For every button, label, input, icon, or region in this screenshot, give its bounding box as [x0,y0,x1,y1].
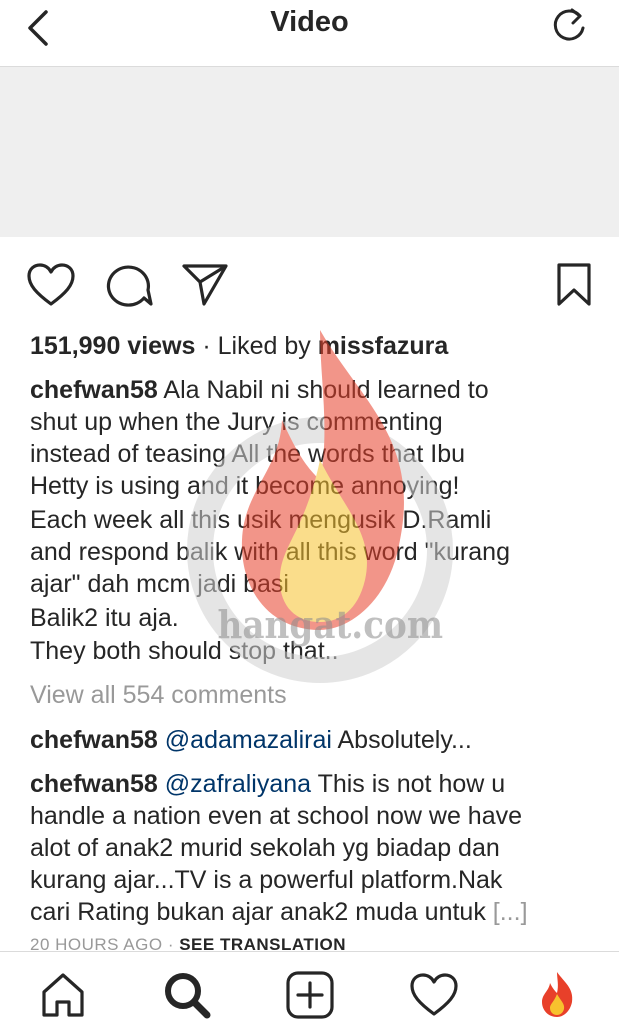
comment-item: chefwan58 @zafraliyana This is not how u [30,768,505,801]
comment-username[interactable]: chefwan58 [30,726,158,754]
comment-item: chefwan58 @adamazalirai Absolutely... [30,724,472,757]
liked-by-user[interactable]: missfazura [318,332,449,360]
view-all-comments-link[interactable]: View all 554 comments [30,679,287,712]
comment-text-line: handle a nation even at school now we ha… [30,802,523,830]
bottom-tab-bar [0,951,619,1025]
caption-line: Each week all this usik mengusik D.Ramli [30,506,492,534]
caption-line: Hetty is using and it become annoying! [30,472,460,500]
activity-heart-icon[interactable] [409,970,459,1020]
view-count: 151,990 views [30,332,196,360]
comment-mention[interactable]: @zafraliyana [165,770,311,798]
page-title: Video [270,6,349,38]
new-post-icon[interactable] [285,970,335,1020]
caption-line: chefwan58 Ala Nabil ni should learned to [30,374,489,407]
profile-flame-icon[interactable] [532,970,582,1020]
comment-text-line: cari Rating bukan ajar anak2 muda untuk … [30,896,528,929]
caption-username[interactable]: chefwan58 [30,376,158,404]
caption-line: shut up when the Jury is commenting [30,408,443,436]
home-icon[interactable] [38,970,88,1020]
comment-text: Absolutely... [331,726,472,754]
comment-username[interactable]: chefwan58 [30,770,158,798]
watermark-text: hangat.com [217,602,444,647]
more-link[interactable]: [...] [493,898,528,926]
caption-text: Ala Nabil ni should learned to [163,376,489,404]
comment-text-line: alot of anak2 murid sekolah yg biadap da… [30,834,500,862]
comment-icon[interactable] [104,262,154,308]
liked-by-prefix: · Liked by [195,332,318,360]
views-liked-row: 151,990 views · Liked by missfazura [30,330,448,363]
top-nav-bar: Video [0,0,619,67]
refresh-icon[interactable] [549,6,589,46]
comment-mention[interactable]: @adamazalirai [165,726,332,754]
heart-icon[interactable] [26,262,76,308]
comment-text: This is not how u [311,770,506,798]
caption-line: and respond balik with all this word "ku… [30,538,510,566]
caption-line: instead of teasing All the words that Ib… [30,440,465,468]
video-player[interactable] [0,67,619,237]
caption-line: ajar" dah mcm jadi basi [30,570,289,598]
send-icon[interactable] [180,262,230,308]
comment-text-line: kurang ajar...TV is a powerful platform.… [30,866,503,894]
search-icon[interactable] [162,970,212,1020]
bookmark-icon[interactable] [556,262,592,308]
comment-text-last: cari Rating bukan ajar anak2 muda untuk [30,898,493,926]
caption-line: Balik2 itu aja. [30,604,179,632]
